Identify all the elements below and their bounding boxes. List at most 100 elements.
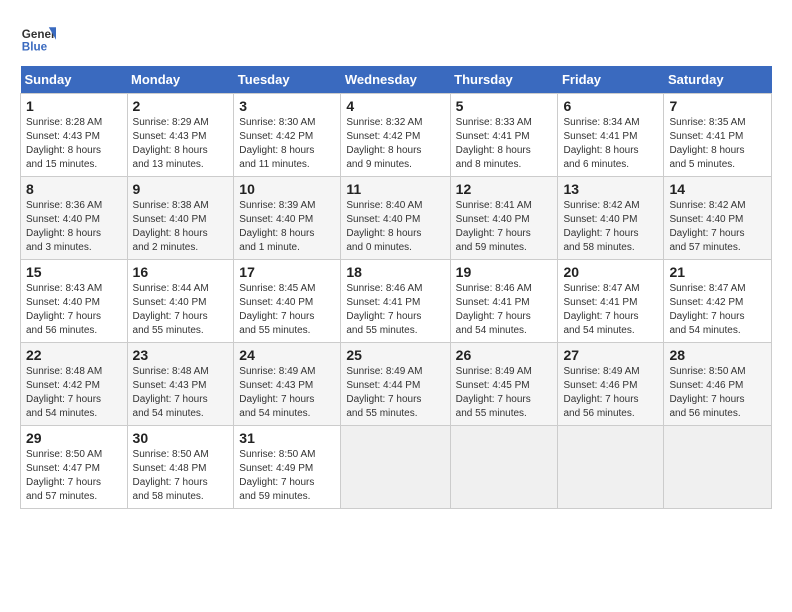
calendar-cell: 13 Sunrise: 8:42 AM Sunset: 4:40 PM Dayli… [558,177,664,260]
day-number: 27 [563,347,658,363]
calendar-header-row: SundayMondayTuesdayWednesdayThursdayFrid… [21,66,772,94]
day-info: Sunrise: 8:47 AM Sunset: 4:42 PM Dayligh… [669,282,766,338]
calendar-cell: 3 Sunrise: 8:30 AM Sunset: 4:42 PM Daylig… [234,94,341,177]
day-number: 20 [563,264,658,280]
day-info: Sunrise: 8:30 AM Sunset: 4:42 PM Dayligh… [239,116,335,172]
logo-icon: General Blue [20,20,56,56]
day-of-week-header: Friday [558,66,664,94]
day-info: Sunrise: 8:47 AM Sunset: 4:41 PM Dayligh… [563,282,658,338]
calendar-cell: 22 Sunrise: 8:48 AM Sunset: 4:42 PM Dayli… [21,343,128,426]
day-info: Sunrise: 8:42 AM Sunset: 4:40 PM Dayligh… [669,199,766,255]
day-info: Sunrise: 8:32 AM Sunset: 4:42 PM Dayligh… [346,116,444,172]
day-number: 5 [456,98,553,114]
calendar-cell: 2 Sunrise: 8:29 AM Sunset: 4:43 PM Daylig… [127,94,234,177]
day-of-week-header: Wednesday [341,66,450,94]
calendar-cell: 21 Sunrise: 8:47 AM Sunset: 4:42 PM Dayli… [664,260,772,343]
day-of-week-header: Thursday [450,66,558,94]
day-info: Sunrise: 8:49 AM Sunset: 4:46 PM Dayligh… [563,365,658,421]
day-info: Sunrise: 8:45 AM Sunset: 4:40 PM Dayligh… [239,282,335,338]
day-info: Sunrise: 8:38 AM Sunset: 4:40 PM Dayligh… [133,199,229,255]
calendar-cell: 24 Sunrise: 8:49 AM Sunset: 4:43 PM Dayli… [234,343,341,426]
day-number: 13 [563,181,658,197]
calendar-cell: 8 Sunrise: 8:36 AM Sunset: 4:40 PM Daylig… [21,177,128,260]
day-number: 24 [239,347,335,363]
day-of-week-header: Saturday [664,66,772,94]
day-info: Sunrise: 8:42 AM Sunset: 4:40 PM Dayligh… [563,199,658,255]
calendar-cell: 10Sunrise: 8:39 AM Sunset: 4:40 PM Dayli… [234,177,341,260]
day-number: 19 [456,264,553,280]
day-info: Sunrise: 8:41 AM Sunset: 4:40 PM Dayligh… [456,199,553,255]
day-info: Sunrise: 8:43 AM Sunset: 4:40 PM Dayligh… [26,282,122,338]
day-number: 30 [133,430,229,446]
calendar-cell: 20 Sunrise: 8:47 AM Sunset: 4:41 PM Dayli… [558,260,664,343]
day-number: 1 [26,98,122,114]
day-number: 6 [563,98,658,114]
calendar-cell: 11 Sunrise: 8:40 AM Sunset: 4:40 PM Dayli… [341,177,450,260]
calendar-cell: 27 Sunrise: 8:49 AM Sunset: 4:46 PM Dayli… [558,343,664,426]
day-info: Sunrise: 8:44 AM Sunset: 4:40 PM Dayligh… [133,282,229,338]
day-number: 10 [239,181,335,197]
day-info: Sunrise: 8:29 AM Sunset: 4:43 PM Dayligh… [133,116,229,172]
calendar-cell: 25Sunrise: 8:49 AM Sunset: 4:44 PM Dayli… [341,343,450,426]
day-info: Sunrise: 8:50 AM Sunset: 4:47 PM Dayligh… [26,448,122,504]
day-number: 28 [669,347,766,363]
day-info: Sunrise: 8:48 AM Sunset: 4:42 PM Dayligh… [26,365,122,421]
calendar-week-row: 8 Sunrise: 8:36 AM Sunset: 4:40 PM Daylig… [21,177,772,260]
day-number: 8 [26,181,122,197]
calendar-cell: 14 Sunrise: 8:42 AM Sunset: 4:40 PM Dayli… [664,177,772,260]
page-header: General Blue [20,20,772,56]
calendar-cell: 31Sunrise: 8:50 AM Sunset: 4:49 PM Dayli… [234,426,341,509]
calendar-cell: 1 Sunrise: 8:28 AM Sunset: 4:43 PM Daylig… [21,94,128,177]
day-number: 31 [239,430,335,446]
day-number: 11 [346,181,444,197]
day-number: 26 [456,347,553,363]
calendar-cell: 4 Sunrise: 8:32 AM Sunset: 4:42 PM Daylig… [341,94,450,177]
day-info: Sunrise: 8:46 AM Sunset: 4:41 PM Dayligh… [456,282,553,338]
day-of-week-header: Sunday [21,66,128,94]
day-info: Sunrise: 8:46 AM Sunset: 4:41 PM Dayligh… [346,282,444,338]
calendar-cell [558,426,664,509]
day-number: 3 [239,98,335,114]
calendar-cell: 18 Sunrise: 8:46 AM Sunset: 4:41 PM Dayli… [341,260,450,343]
day-of-week-header: Tuesday [234,66,341,94]
day-number: 15 [26,264,122,280]
calendar-cell: 17 Sunrise: 8:45 AM Sunset: 4:40 PM Dayli… [234,260,341,343]
calendar-week-row: 1 Sunrise: 8:28 AM Sunset: 4:43 PM Daylig… [21,94,772,177]
day-info: Sunrise: 8:48 AM Sunset: 4:43 PM Dayligh… [133,365,229,421]
calendar-cell: 28 Sunrise: 8:50 AM Sunset: 4:46 PM Dayli… [664,343,772,426]
day-info: Sunrise: 8:36 AM Sunset: 4:40 PM Dayligh… [26,199,122,255]
day-info: Sunrise: 8:50 AM Sunset: 4:48 PM Dayligh… [133,448,229,504]
calendar-cell: 9Sunrise: 8:38 AM Sunset: 4:40 PM Daylig… [127,177,234,260]
day-info: Sunrise: 8:49 AM Sunset: 4:43 PM Dayligh… [239,365,335,421]
calendar-cell: 16 Sunrise: 8:44 AM Sunset: 4:40 PM Dayli… [127,260,234,343]
day-number: 2 [133,98,229,114]
calendar-cell: 26 Sunrise: 8:49 AM Sunset: 4:45 PM Dayli… [450,343,558,426]
day-number: 14 [669,181,766,197]
calendar-cell [341,426,450,509]
calendar-cell: 30 Sunrise: 8:50 AM Sunset: 4:48 PM Dayli… [127,426,234,509]
day-number: 22 [26,347,122,363]
day-number: 4 [346,98,444,114]
day-number: 21 [669,264,766,280]
calendar-cell: 5 Sunrise: 8:33 AM Sunset: 4:41 PM Daylig… [450,94,558,177]
calendar-cell: 12Sunrise: 8:41 AM Sunset: 4:40 PM Dayli… [450,177,558,260]
calendar-cell [664,426,772,509]
calendar-week-row: 22 Sunrise: 8:48 AM Sunset: 4:42 PM Dayli… [21,343,772,426]
day-info: Sunrise: 8:33 AM Sunset: 4:41 PM Dayligh… [456,116,553,172]
day-info: Sunrise: 8:50 AM Sunset: 4:46 PM Dayligh… [669,365,766,421]
day-info: Sunrise: 8:28 AM Sunset: 4:43 PM Dayligh… [26,116,122,172]
day-info: Sunrise: 8:34 AM Sunset: 4:41 PM Dayligh… [563,116,658,172]
day-number: 18 [346,264,444,280]
day-number: 17 [239,264,335,280]
day-info: Sunrise: 8:40 AM Sunset: 4:40 PM Dayligh… [346,199,444,255]
day-number: 16 [133,264,229,280]
day-info: Sunrise: 8:35 AM Sunset: 4:41 PM Dayligh… [669,116,766,172]
calendar-cell: 15 Sunrise: 8:43 AM Sunset: 4:40 PM Dayli… [21,260,128,343]
calendar-body: 1 Sunrise: 8:28 AM Sunset: 4:43 PM Daylig… [21,94,772,509]
calendar-cell: 19 Sunrise: 8:46 AM Sunset: 4:41 PM Dayli… [450,260,558,343]
calendar-cell [450,426,558,509]
logo: General Blue [20,20,56,56]
calendar-week-row: 15 Sunrise: 8:43 AM Sunset: 4:40 PM Dayli… [21,260,772,343]
day-info: Sunrise: 8:49 AM Sunset: 4:45 PM Dayligh… [456,365,553,421]
calendar-cell: 7Sunrise: 8:35 AM Sunset: 4:41 PM Daylig… [664,94,772,177]
